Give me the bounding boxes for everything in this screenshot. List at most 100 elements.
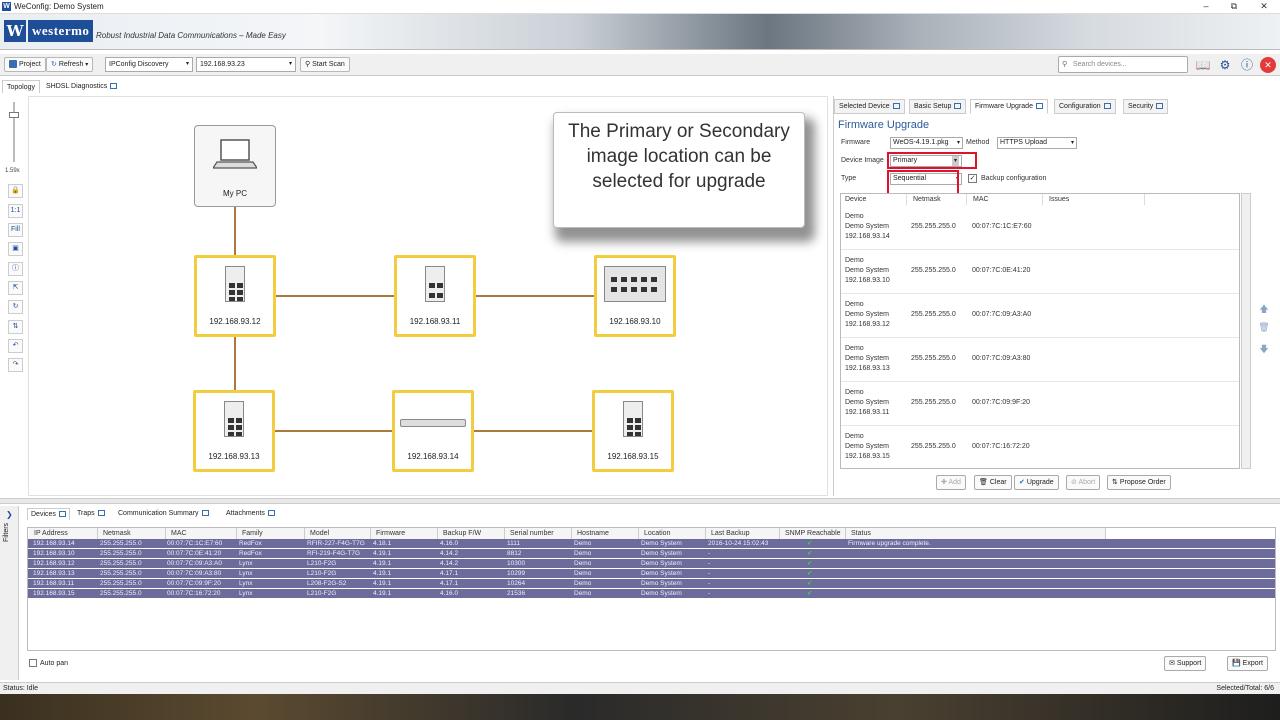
device-node-192-168-93-14[interactable]: 192.168.93.14 [392,390,474,472]
tab-configuration[interactable]: Configuration [1054,99,1116,114]
tab-devices[interactable]: Devices [27,508,70,520]
actual-size-button[interactable]: 1:1 [8,204,23,218]
column-header-model[interactable]: Model [305,528,371,539]
tab-traps[interactable]: Traps [74,508,108,520]
popout-icon[interactable] [58,511,66,518]
column-header-last-backup[interactable]: Last Backup [706,528,780,539]
table-row[interactable]: 192.168.93.13 255.255.255.0 00:07:7C:09:… [28,569,1275,579]
firmware-row[interactable]: Demo Demo System 192.168.93.10 255.255.2… [841,250,1239,294]
layout-icon[interactable]: ⇅ [8,320,23,334]
device-node-192-168-93-11[interactable]: 192.168.93.11 [394,255,476,337]
column-header-mac[interactable]: MAC [166,528,237,539]
tab-shdsl-diagnostics[interactable]: SHDSL Diagnostics [42,80,121,93]
column-header-netmask[interactable]: Netmask [98,528,166,539]
upgrade-button[interactable]: ✔ Upgrade [1014,475,1059,490]
zoom-slider-track[interactable] [13,102,15,162]
info-tool-icon[interactable]: ⓘ [8,262,23,276]
tab-selected-device[interactable]: Selected Device [834,99,905,114]
column-header-device[interactable]: Device [841,194,907,205]
popout-icon[interactable] [267,510,275,517]
tab-security[interactable]: Security [1123,99,1169,114]
column-header-hostname[interactable]: Hostname [572,528,639,539]
table-row[interactable]: 192.168.93.12 255.255.255.0 00:07:7C:09:… [28,559,1275,569]
clear-button[interactable]: 🗑 Clear [974,475,1012,490]
fit-icon[interactable]: ▣ [8,242,23,256]
project-button[interactable]: Project [4,57,46,72]
ip-select[interactable]: 192.168.93.23 ▾ [196,57,296,72]
column-header-firmware[interactable]: Firmware [371,528,438,539]
close-app-icon[interactable]: ✕ [1260,57,1276,73]
abort-button[interactable]: ⊘ Abort [1066,475,1101,490]
column-header-issues[interactable]: Issues [1045,194,1145,205]
my-pc-node[interactable]: My PC [194,125,276,207]
undo-icon[interactable]: ↶ [8,339,23,353]
discovery-select[interactable]: IPConfig Discovery ▾ [105,57,193,72]
tab-attachments[interactable]: Attachments [223,508,278,520]
popout-icon[interactable] [1035,103,1043,110]
firmware-table-scrollbar[interactable] [1241,193,1251,469]
popout-icon[interactable] [1103,103,1111,110]
export-button[interactable]: 💾 Export [1227,656,1268,671]
table-row[interactable]: 192.168.93.14 255.255.255.0 00:07:7C:1C:… [28,539,1275,549]
firmware-row[interactable]: Demo Demo System 192.168.93.11 255.255.2… [841,382,1239,426]
panel-splitter[interactable] [0,498,1280,504]
popout-icon[interactable] [954,103,962,110]
column-header-backup-fw[interactable]: Backup F/W [438,528,505,539]
move-up-icon[interactable]: 🡅 [1258,302,1270,314]
info-icon[interactable]: ⓘ [1238,56,1256,74]
tab-basic-setup[interactable]: Basic Setup [909,99,967,114]
column-header-ip[interactable]: IP Address [29,528,98,539]
lock-icon[interactable]: 🔒 [8,184,23,198]
device-node-192-168-93-12[interactable]: 192.168.93.12 [194,255,276,337]
maximize-button[interactable]: ⧉ [1220,0,1248,13]
popout-icon[interactable] [110,83,118,90]
firmware-row[interactable]: Demo Demo System 192.168.93.15 255.255.2… [841,426,1239,470]
method-select[interactable]: HTTPS Upload ▾ [997,137,1077,149]
column-header-serial[interactable]: Serial number [505,528,572,539]
zoom-slider-thumb[interactable] [9,112,19,118]
column-header-snmp[interactable]: SNMP Reachable [780,528,846,539]
popout-icon[interactable] [201,510,209,517]
minimize-button[interactable]: – [1192,0,1220,13]
popout-icon[interactable] [892,103,900,110]
popout-icon[interactable] [97,510,105,517]
popout-icon[interactable] [1156,103,1164,110]
firmware-row[interactable]: Demo Demo System 192.168.93.14 255.255.2… [841,206,1239,250]
close-window-button[interactable]: ✕ [1250,0,1278,13]
firmware-row[interactable]: Demo Demo System 192.168.93.13 255.255.2… [841,338,1239,382]
filters-sidebar[interactable]: ❯ Filters [0,506,19,680]
add-button[interactable]: ✚ Add [936,475,966,490]
tab-topology[interactable]: Topology [2,80,41,93]
column-header-family[interactable]: Family [237,528,305,539]
table-row[interactable]: 192.168.93.11 255.255.255.0 00:07:7C:09:… [28,579,1275,589]
backup-checkbox[interactable]: ✓ [968,174,977,183]
table-row[interactable]: 192.168.93.15 255.255.255.0 00:07:7C:16:… [28,589,1275,599]
support-button[interactable]: ✉ Support [1164,656,1207,671]
propose-order-button[interactable]: ⇅ Propose Order [1107,475,1171,490]
delete-icon[interactable]: 🗑 [1258,322,1270,334]
fill-button[interactable]: Fill [8,223,23,237]
start-scan-button[interactable]: ⚲ Start Scan [300,57,350,72]
redo-icon[interactable]: ↷ [8,358,23,372]
firmware-select[interactable]: WeOS-4.19.1.pkg ▾ [890,137,963,149]
settings-gear-icon[interactable]: ⚙ [1216,56,1234,74]
column-header-status[interactable]: Status [846,528,1106,539]
move-down-icon[interactable]: 🡇 [1258,342,1270,354]
select-icon[interactable]: ⇱ [8,281,23,295]
table-row[interactable]: 192.168.93.10 255.255.255.0 00:07:7C:0E:… [28,549,1275,559]
column-header-location[interactable]: Location [639,528,706,539]
column-header-mac[interactable]: MAC [969,194,1043,205]
rotate-icon[interactable]: ↻ [8,300,23,314]
refresh-button[interactable]: ↻ Refresh ▾ [46,57,94,72]
column-header-netmask[interactable]: Netmask [909,194,967,205]
device-node-192-168-93-13[interactable]: 192.168.93.13 [193,390,275,472]
firmware-row[interactable]: Demo Demo System 192.168.93.12 255.255.2… [841,294,1239,338]
search-input[interactable]: ⚲ Search devices... [1058,56,1188,73]
auto-pan-toggle[interactable]: Auto pan [29,659,68,667]
auto-pan-checkbox[interactable] [29,659,37,667]
device-node-192-168-93-15[interactable]: 192.168.93.15 [592,390,674,472]
tab-communication-summary[interactable]: Communication Summary [115,508,212,520]
manual-icon[interactable]: 📖 [1194,56,1212,74]
device-node-192-168-93-10[interactable]: 192.168.93.10 [594,255,676,337]
tab-firmware-upgrade[interactable]: Firmware Upgrade [970,99,1048,114]
